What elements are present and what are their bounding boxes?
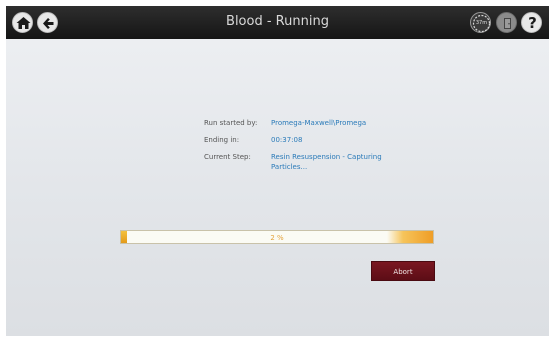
door-icon	[504, 18, 511, 29]
window-title: Blood - Running	[226, 14, 329, 29]
timer-badge: 37m	[475, 20, 488, 26]
exit-button[interactable]	[496, 12, 517, 33]
current-step-value-line2: Particles...	[271, 163, 308, 171]
title-bar: Blood - Running 37m ?	[6, 6, 549, 39]
timer-button[interactable]: 37m	[470, 12, 491, 33]
progress-percent-text: 2 %	[270, 234, 284, 242]
current-step-value-line1: Resin Resuspension - Capturing	[271, 153, 382, 161]
ending-in-label: Ending in:	[204, 136, 240, 144]
abort-button[interactable]: Abort	[371, 261, 435, 281]
current-step-label: Current Step:	[204, 153, 251, 161]
run-started-by-label: Run started by:	[204, 119, 258, 127]
help-icon: ?	[528, 14, 537, 32]
progress-bar: 2 %	[120, 230, 434, 244]
help-button[interactable]: ?	[521, 12, 542, 33]
run-started-by-value: Promega-Maxwell\Promega	[271, 119, 367, 127]
ending-in-value: 00:37:08	[271, 136, 303, 144]
app-window: Blood - Running 37m ? Run started by: Pr…	[6, 6, 549, 336]
